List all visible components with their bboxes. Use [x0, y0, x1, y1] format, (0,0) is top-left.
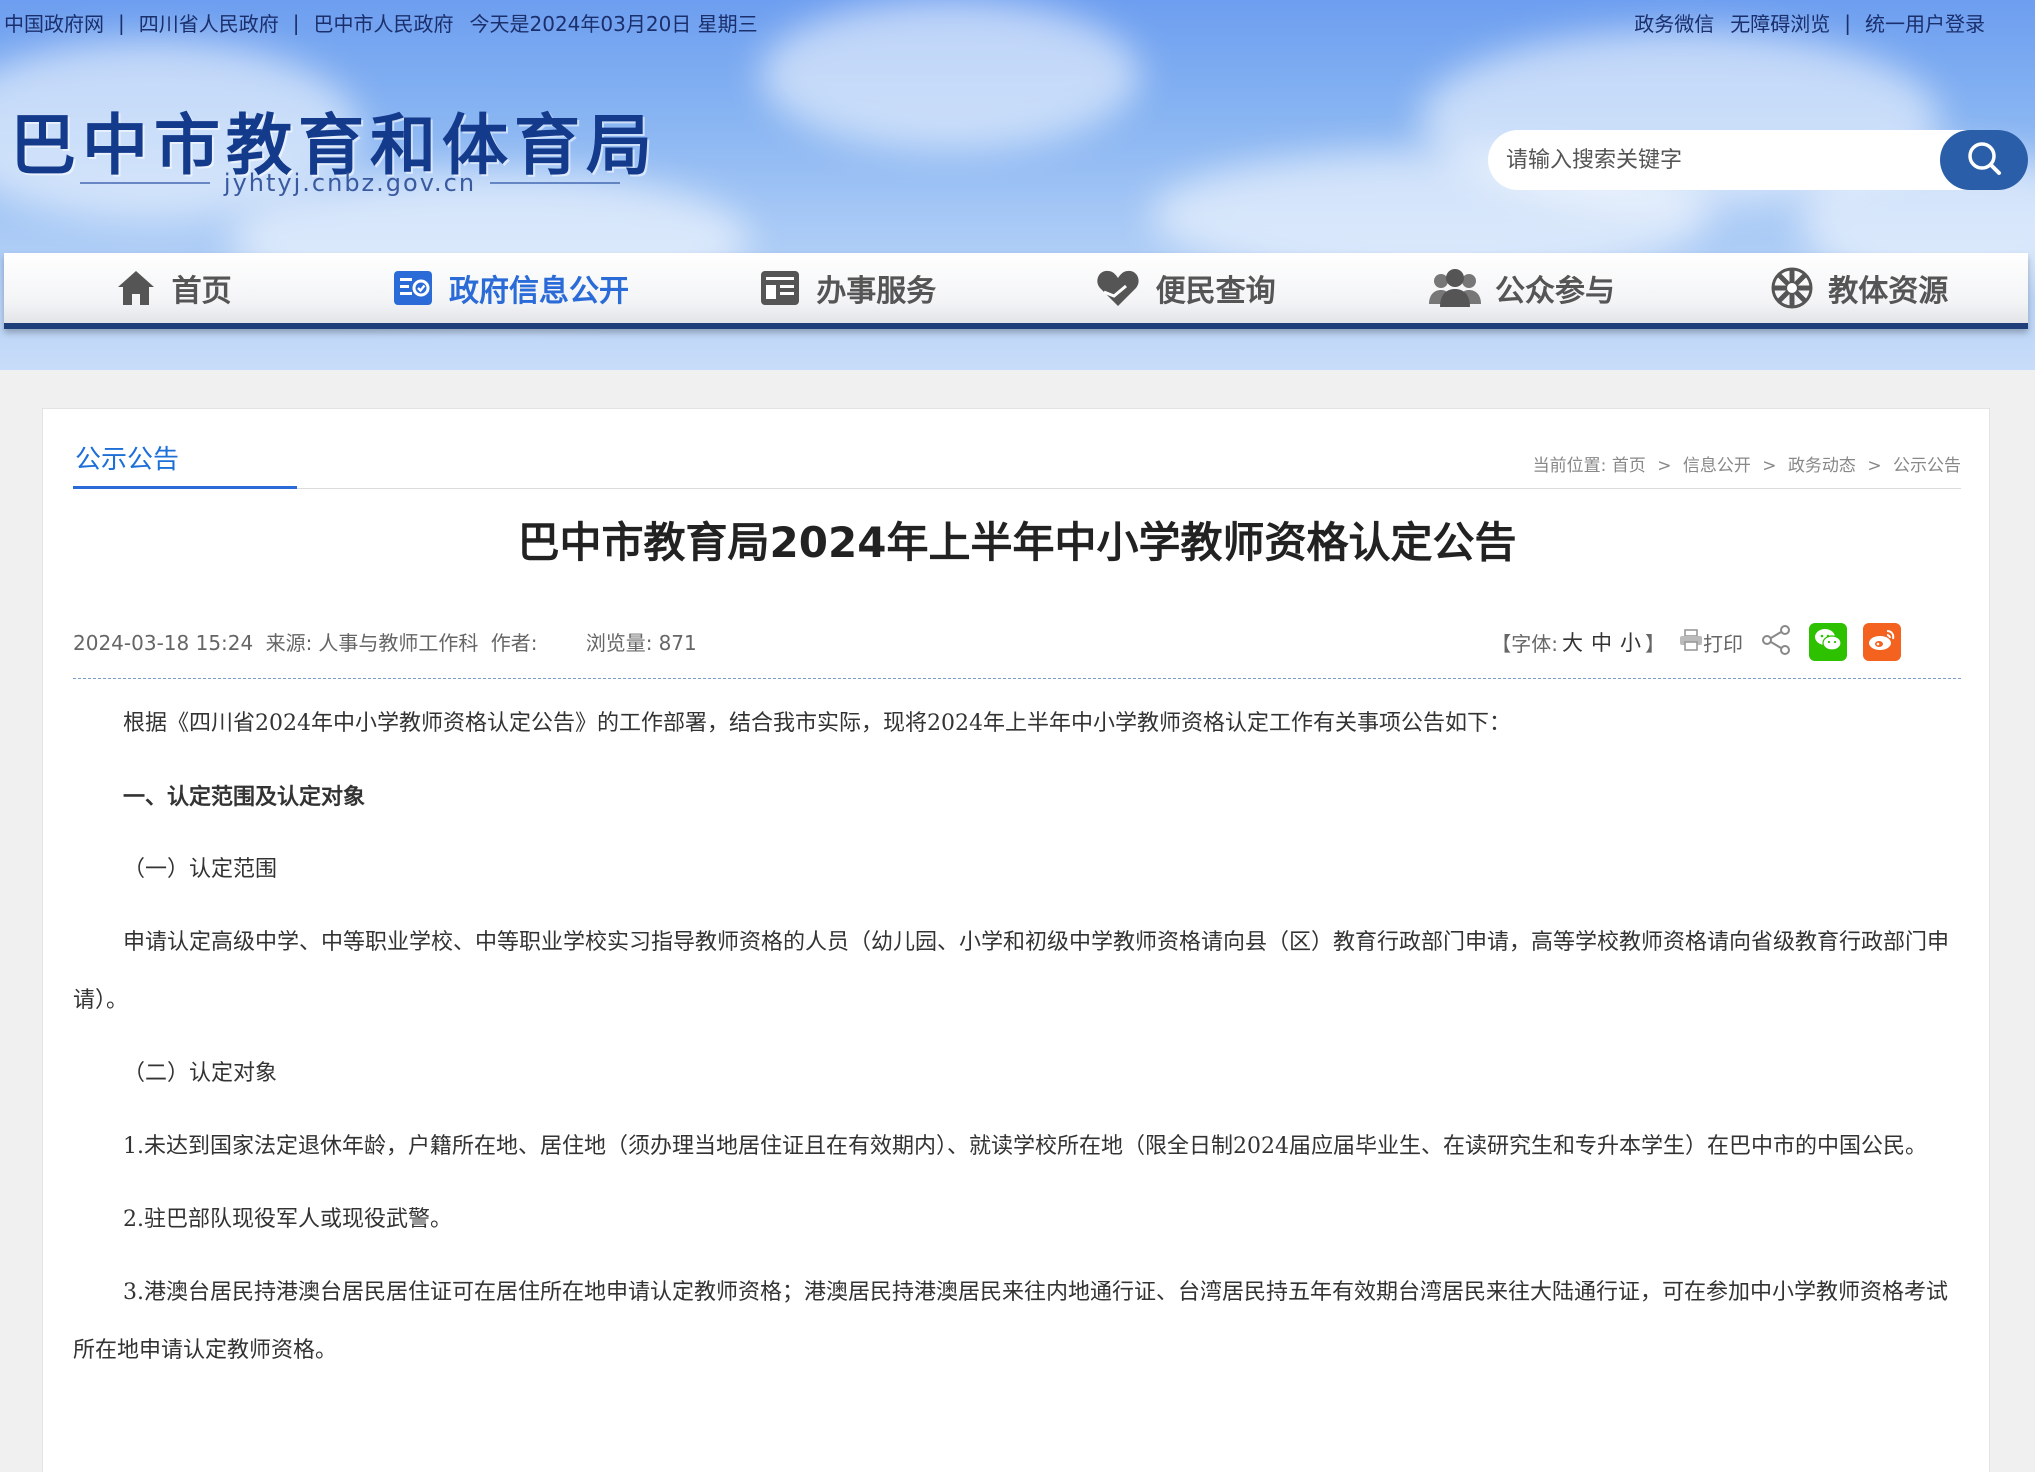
share-button[interactable] — [1761, 624, 1793, 661]
nav-item-resources[interactable]: 教体资源 — [1691, 253, 2028, 323]
article-views: 871 — [658, 631, 697, 655]
paragraph: 根据《四川省2024年中小学教师资格认定公告》的工作部署，结合我市实际，现将20… — [123, 711, 1511, 736]
heart-hand-icon — [1094, 266, 1142, 310]
nav-label: 便民查询 — [1155, 274, 1276, 309]
site-header: 中国政府网 | 四川省人民政府 | 巴中市人民政府 今天是2024年03月20日… — [0, 0, 2035, 370]
font-size-label: 【字体: — [1491, 631, 1558, 656]
breadcrumb-info[interactable]: 信息公开 — [1683, 456, 1751, 476]
nav-item-convenience-query[interactable]: 便民查询 — [1016, 253, 1353, 323]
content-panel: 公示公告 当前位置: 首页 > 信息公开 > 政务动态 > 公示公告 巴中市教育… — [42, 408, 1990, 1472]
font-size-medium-button[interactable]: 中 — [1591, 627, 1612, 657]
breadcrumb-notices[interactable]: 公示公告 — [1893, 456, 1961, 476]
topbar-link-sichuan[interactable]: 四川省人民政府 — [139, 8, 279, 37]
info-disclosure-icon — [391, 266, 435, 310]
printer-icon — [1679, 628, 1703, 656]
breadcrumb-news[interactable]: 政务动态 — [1788, 456, 1856, 476]
topbar-link-bazhong[interactable]: 巴中市人民政府 — [314, 8, 454, 37]
topbar-link-accessibility[interactable]: 无障碍浏览 — [1730, 8, 1830, 37]
views-label: 浏览量: — [585, 631, 653, 655]
subsection-heading: （二）认定对象 — [123, 1061, 278, 1086]
breadcrumb: 当前位置: 首页 > 信息公开 > 政务动态 > 公示公告 — [1532, 456, 1961, 476]
share-weibo-button[interactable] — [1863, 623, 1901, 661]
article-meta: 2024-03-18 15:24 来源: 人事与教师工作科 作者: 浏览量: 871… — [73, 617, 1961, 679]
current-date: 今天是2024年03月20日 星期三 — [469, 12, 758, 36]
site-domain: jyhtyj.cnbz.gov.cn — [223, 169, 477, 197]
nav-item-home[interactable]: 首页 — [4, 253, 341, 323]
nav-label: 政府信息公开 — [448, 274, 629, 309]
article-title: 巴中市教育局2024年上半年中小学教师资格认定公告 — [517, 518, 1517, 567]
paragraph: 2.驻巴部队现役军人或现役武警。 — [123, 1207, 452, 1232]
top-bar: 中国政府网 | 四川省人民政府 | 巴中市人民政府 今天是2024年03月20日… — [0, 4, 2035, 38]
nav-item-info-disclosure[interactable]: 政府信息公开 — [341, 253, 678, 323]
main-nav: 首页 政府信息公开 办事服务 便民查询 公众参与 教体资源 — [4, 253, 2028, 329]
article-body: 根据《四川省2024年中小学教师资格认定公告》的工作部署，结合我市实际，现将20… — [73, 695, 1961, 1395]
subsection-heading: （一）认定范围 — [123, 857, 278, 882]
author-label: 作者: — [490, 631, 538, 655]
topbar-link-login[interactable]: 统一用户登录 — [1865, 8, 1985, 37]
breadcrumb-home[interactable]: 首页 — [1612, 456, 1646, 476]
service-icon — [758, 266, 802, 310]
resource-icon — [1770, 266, 1814, 310]
section-heading: 一、认定范围及认定对象 — [123, 784, 366, 810]
nav-item-public-participation[interactable]: 公众参与 — [1353, 253, 1690, 323]
paragraph: 3.港澳台居民持港澳台居民居住证可在居住所在地申请认定教师资格；港澳居民持港澳居… — [73, 1280, 1948, 1363]
people-icon — [1428, 266, 1481, 310]
nav-label: 办事服务 — [816, 274, 937, 309]
section-title[interactable]: 公示公告 — [73, 437, 297, 489]
nav-label: 教体资源 — [1828, 274, 1949, 309]
nav-item-service[interactable]: 办事服务 — [679, 253, 1016, 323]
wechat-icon — [1814, 628, 1842, 657]
article-source: 人事与教师工作科 — [318, 631, 479, 655]
home-icon — [114, 266, 158, 310]
share-icon — [1761, 624, 1793, 661]
print-label: 打印 — [1703, 631, 1743, 656]
article-datetime: 2024-03-18 15:24 — [73, 631, 254, 655]
search-button[interactable] — [1940, 130, 2028, 190]
section-header: 公示公告 当前位置: 首页 > 信息公开 > 政务动态 > 公示公告 — [73, 437, 1961, 489]
font-size-large-button[interactable]: 大 — [1562, 627, 1583, 657]
paragraph: 申请认定高级中学、中等职业学校、中等职业学校实习指导教师资格的人员（幼儿园、小学… — [73, 930, 1950, 1013]
search-input[interactable] — [1506, 132, 1940, 188]
site-logo-domain: jyhtyj.cnbz.gov.cn — [80, 166, 620, 200]
search-box — [1488, 130, 2028, 190]
search-icon — [1964, 138, 2004, 182]
weibo-icon — [1868, 628, 1896, 657]
breadcrumb-prefix: 当前位置: — [1532, 456, 1607, 476]
print-button[interactable]: 打印 — [1679, 628, 1743, 657]
paragraph: 1.未达到国家法定退休年龄，户籍所在地、居住地（须办理当地居住证且在有效期内）、… — [123, 1134, 1927, 1159]
share-wechat-button[interactable] — [1809, 623, 1847, 661]
topbar-link-gov-cn[interactable]: 中国政府网 — [4, 8, 104, 37]
font-size-small-button[interactable]: 小 — [1620, 627, 1641, 657]
nav-label: 公众参与 — [1494, 274, 1615, 309]
topbar-link-wechat[interactable]: 政务微信 — [1634, 8, 1714, 37]
nav-label: 首页 — [171, 274, 232, 309]
source-label: 来源: — [265, 631, 313, 655]
